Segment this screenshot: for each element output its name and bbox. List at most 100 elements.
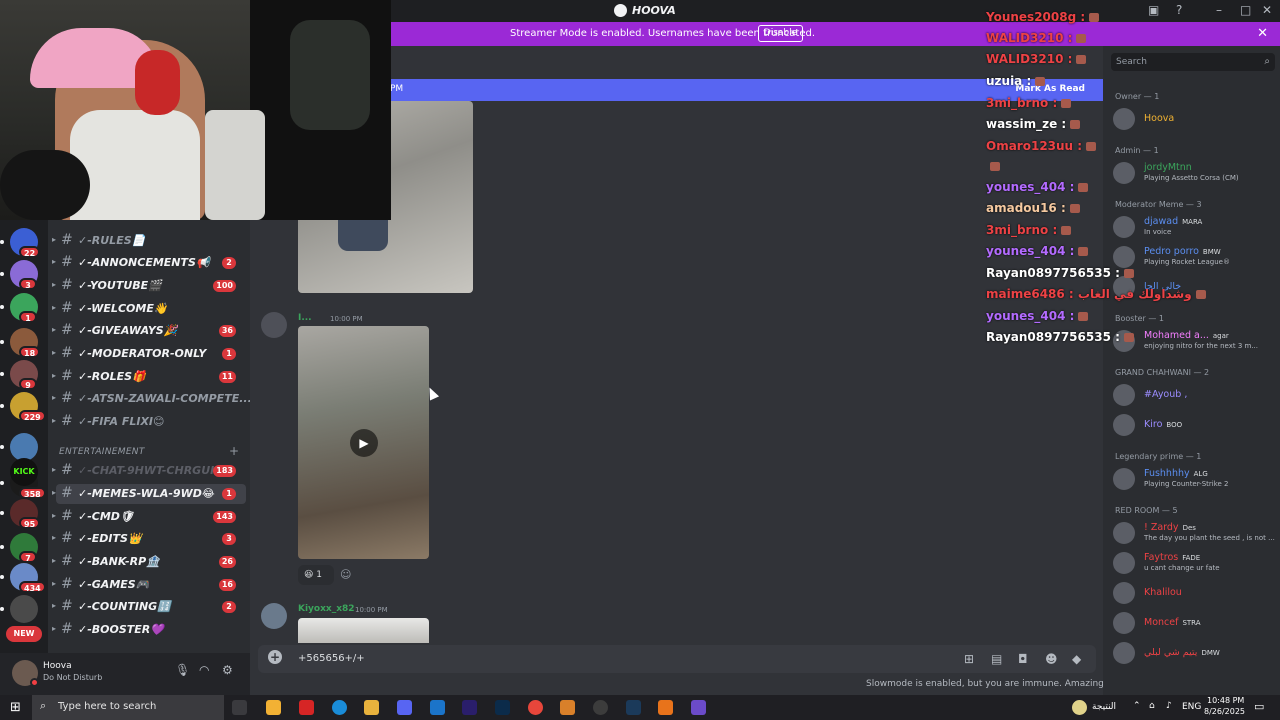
collapse-arrow-icon[interactable]: ▸ [52, 579, 56, 588]
clock-date[interactable]: 8/26/2025 [1204, 707, 1245, 716]
channel-item[interactable]: ▸ # ✓-ROLES🎁 11 [52, 367, 246, 387]
channel-item[interactable]: ▸ # ✓-WELCOME👋 [52, 299, 246, 319]
collapse-arrow-icon[interactable]: ▸ [52, 235, 56, 244]
obs-icon[interactable] [593, 700, 608, 715]
collapse-arrow-icon[interactable]: ▸ [52, 488, 56, 497]
play-icon[interactable]: ▶ [350, 429, 378, 457]
avatar[interactable] [1113, 468, 1135, 490]
app-launcher-icon[interactable]: ◆ [1072, 652, 1081, 666]
collapse-arrow-icon[interactable]: ▸ [52, 556, 56, 565]
headphones-icon[interactable]: ◠ [199, 663, 209, 677]
outlook-icon[interactable] [430, 700, 445, 715]
avatar[interactable] [1113, 414, 1135, 436]
add-channel-icon[interactable]: + [229, 444, 239, 458]
microphone-icon[interactable]: 🎙 [175, 663, 190, 677]
collapse-arrow-icon[interactable]: ▸ [52, 303, 56, 312]
chrome-icon[interactable] [528, 700, 543, 715]
inbox-icon[interactable]: ▣ [1148, 3, 1159, 17]
channel-item[interactable]: ▸ # ✓-FIFA FLIXI😊 [52, 412, 246, 432]
channel-item[interactable]: ▸ # ✓-BANK-RP🏦 26 [52, 552, 246, 572]
channel-item[interactable]: ▸ # ✓-BOOSTER💜 [52, 620, 246, 640]
avatar[interactable] [1113, 108, 1135, 130]
avatar[interactable] [261, 603, 287, 629]
avatar[interactable] [1113, 552, 1135, 574]
server-icon[interactable] [10, 433, 38, 461]
kick-server-icon[interactable]: KICK [10, 458, 38, 486]
collapse-arrow-icon[interactable]: ▸ [52, 280, 56, 289]
maximize-button[interactable]: □ [1240, 3, 1251, 17]
file-explorer-icon[interactable] [364, 700, 379, 715]
category-entertainment[interactable]: ENTERTAINEMENT [59, 447, 145, 457]
task-view-icon[interactable] [232, 700, 247, 715]
photoshop-icon[interactable] [495, 700, 510, 715]
collapse-arrow-icon[interactable]: ▸ [52, 511, 56, 520]
channel-item[interactable]: ▸ # ✓-YOUTUBE🎬 100 [52, 276, 246, 296]
collapse-arrow-icon[interactable]: ▸ [52, 465, 56, 474]
collapse-arrow-icon[interactable]: ▸ [52, 371, 56, 380]
gif-icon[interactable]: ▤ [991, 652, 1002, 666]
member-item[interactable]: #Ayoub , [1113, 382, 1273, 408]
channel-item[interactable]: ▸ # ✓-COUNTING🔢 2 [52, 597, 246, 617]
tray-chevron-icon[interactable]: ⌃ [1133, 701, 1141, 711]
adobe-icon[interactable] [299, 700, 314, 715]
weather-icon[interactable] [1072, 700, 1087, 715]
member-item[interactable]: Khalilou [1113, 580, 1273, 606]
collapse-arrow-icon[interactable]: ▸ [52, 348, 56, 357]
avatar[interactable] [1113, 216, 1135, 238]
channel-item[interactable]: ▸ # ✓-ANNONCEMENTS📢 2 [52, 253, 246, 273]
collapse-arrow-icon[interactable]: ▸ [52, 325, 56, 334]
sticker-icon[interactable]: ◘ [1018, 652, 1028, 666]
avatar[interactable] [1113, 162, 1135, 184]
channel-item[interactable]: ▸ # ✓-GAMES🎮 16 [52, 575, 246, 595]
edge-icon[interactable] [332, 700, 347, 715]
avatar[interactable] [1113, 246, 1135, 268]
weather-text[interactable]: النتيجة [1092, 702, 1116, 712]
message-composer[interactable]: + +565656+/+ ⊞ ▤ ◘ ☻ ◆ [258, 645, 1096, 673]
member-item[interactable]: jordyMtnn Playing Assetto Corsa (CM) [1113, 160, 1273, 186]
channel-item[interactable]: ▸ # ✓-RULES📄 [52, 231, 246, 251]
language-indicator[interactable]: ENG [1182, 702, 1201, 712]
app-icon[interactable] [560, 700, 575, 715]
collapse-arrow-icon[interactable]: ▸ [52, 257, 56, 266]
gift-icon[interactable]: ⊞ [964, 652, 974, 666]
collapse-arrow-icon[interactable]: ▸ [52, 624, 56, 633]
channel-item[interactable]: ▸ # ✓-MODERATOR-ONLY 1 [52, 344, 246, 364]
channel-item[interactable]: ▸ # ✓-CHAT-9HWT-CHRGUI 183 [52, 461, 246, 481]
volume-icon[interactable]: ♪ [1166, 701, 1172, 711]
channel-item[interactable]: ▸ # ✓-ATSN-ZAWALI-COMPETE... [52, 389, 250, 409]
search-input[interactable]: Search ⌕ [1111, 53, 1275, 71]
member-item[interactable]: Fushhhhy ALG Playing Counter-Strike 2 [1113, 466, 1273, 492]
notifications-icon[interactable]: ▭ [1254, 700, 1264, 713]
discord-icon[interactable] [397, 700, 412, 715]
steam-icon[interactable] [626, 700, 641, 715]
collapse-arrow-icon[interactable]: ▸ [52, 416, 56, 425]
member-item[interactable]: Moncef STRA [1113, 610, 1273, 636]
member-item[interactable]: Pedro porro BMW Playing Rocket League® [1113, 244, 1273, 270]
close-window-button[interactable]: ✕ [1262, 3, 1272, 17]
message-author[interactable]: Kiyoxx_x82 [298, 604, 355, 614]
member-item[interactable]: Mohamed a... agar enjoying nitro for the n… [1113, 328, 1273, 354]
image-attachment[interactable] [298, 618, 429, 643]
help-icon[interactable]: ? [1176, 3, 1182, 17]
avatar[interactable] [261, 312, 287, 338]
store-icon[interactable] [266, 700, 281, 715]
avatar[interactable] [1113, 582, 1135, 604]
member-item[interactable]: Kiro BOO [1113, 412, 1273, 438]
clock-time[interactable]: 10:48 PM [1207, 696, 1244, 705]
windows-start-icon[interactable]: ⊞ [10, 700, 21, 715]
avatar[interactable] [1113, 642, 1135, 664]
server-icon[interactable] [10, 595, 38, 623]
settings-gear-icon[interactable]: ⚙ [222, 663, 233, 677]
collapse-arrow-icon[interactable]: ▸ [52, 601, 56, 610]
reaction-button[interactable]: 😆 1 [298, 565, 334, 585]
new-badge[interactable]: NEW [6, 626, 42, 642]
member-item[interactable]: djawad MARA In voice [1113, 214, 1273, 240]
add-attachment-icon[interactable]: + [268, 650, 282, 664]
video-attachment[interactable]: ▶ [298, 326, 429, 559]
channel-item[interactable]: ▸ # ✓-CMD🛡 143 [52, 507, 246, 527]
member-item[interactable]: يتيم شي لبلي DMW [1113, 640, 1273, 666]
add-reaction-icon[interactable]: ☺ [340, 568, 351, 581]
channel-item[interactable]: ▸ # ✓-EDITS👑 3 [52, 529, 246, 549]
avatar[interactable] [1113, 612, 1135, 634]
avatar[interactable] [1113, 522, 1135, 544]
